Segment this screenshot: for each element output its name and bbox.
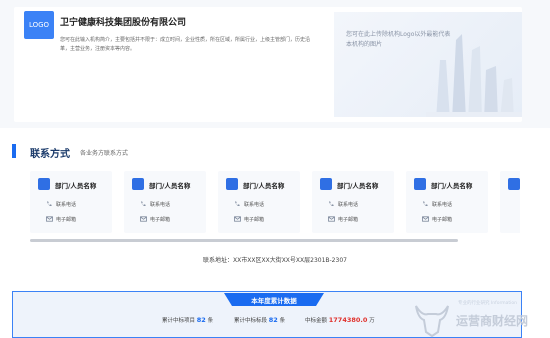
contact-name: 部门/人员名称 (243, 182, 285, 190)
mail-icon (46, 216, 53, 224)
org-name: 卫宁健康科技集团股份有限公司 (60, 18, 187, 28)
contact-email: 电子邮箱 (234, 216, 264, 223)
person-icon (508, 178, 520, 190)
contact-card-partial[interactable] (500, 171, 520, 233)
contact-email: 电子邮箱 (328, 216, 358, 223)
bull-logo-icon (415, 305, 449, 338)
contact-card[interactable]: 部门/人员名称 联系电话 电子邮箱 (30, 171, 112, 233)
contact-name: 部门/人员名称 (337, 182, 379, 190)
contact-phone: 联系电话 (141, 201, 170, 208)
contact-phone: 联系电话 (235, 201, 264, 208)
contact-card-list[interactable]: 部门/人员名称 联系电话 电子邮箱 部门/人员名称 联系电话 电子邮箱 部门/人… (30, 171, 520, 233)
person-icon (38, 178, 50, 190)
stat-amount: 中标金额 1774380.0 万 (305, 316, 375, 324)
phone-icon (234, 201, 240, 209)
org-image-placeholder[interactable]: 您可在此上传除机构Logo以外最能代表本机构的图片 (334, 12, 522, 117)
contact-card[interactable]: 部门/人员名称 联系电话 电子邮箱 (406, 171, 488, 233)
watermark-text: 运营商财经网 (456, 314, 529, 328)
org-logo: LOGO (24, 11, 54, 39)
watermark-tagline: 专业的行业研究 Information (458, 301, 517, 306)
contact-email: 电子邮箱 (140, 216, 170, 223)
contact-card[interactable]: 部门/人员名称 联系电话 电子邮箱 (218, 171, 300, 233)
contact-section-title: 联系方式 (30, 149, 70, 160)
mail-icon (422, 216, 429, 224)
mail-icon (234, 216, 241, 224)
annual-stats-title: 本年度累计数据 (224, 293, 324, 306)
contact-name: 部门/人员名称 (431, 182, 473, 190)
contact-phone: 联系电话 (47, 201, 76, 208)
person-icon (132, 178, 144, 190)
phone-icon (46, 201, 52, 209)
skyline-illustration (426, 34, 522, 117)
watermark: 专业的行业研究 Information 运营商财经网 (408, 296, 550, 338)
contact-email: 电子邮箱 (422, 216, 452, 223)
contact-address: 联系地址：XX市XX区XX大街XX号XX层2301B-2307 (203, 257, 347, 264)
mail-icon (140, 216, 147, 224)
mail-icon (328, 216, 335, 224)
contact-section-subtitle: 各业务方联系方式 (80, 150, 129, 157)
contact-phone: 联系电话 (423, 201, 452, 208)
contact-card[interactable]: 部门/人员名称 联系电话 电子邮箱 (124, 171, 206, 233)
contact-name: 部门/人员名称 (55, 182, 97, 190)
stat-sections: 累计中标标段 82 条 (234, 316, 286, 324)
phone-icon (328, 201, 334, 209)
contact-card[interactable]: 部门/人员名称 联系电话 电子邮箱 (312, 171, 394, 233)
contact-name: 部门/人员名称 (149, 182, 191, 190)
org-description: 您可在此输入机构简介，主要包括并不限于：成立时间，企业性质，所在区域，所属行业，… (60, 37, 311, 52)
org-header: LOGO 卫宁健康科技集团股份有限公司 您可在此输入机构简介，主要包括并不限于：… (0, 0, 550, 128)
phone-icon (422, 201, 428, 209)
stat-projects: 累计中标项目 82 条 (162, 316, 214, 324)
contact-phone: 联系电话 (329, 201, 358, 208)
horizontal-scrollbar[interactable] (30, 239, 458, 242)
contact-email: 电子邮箱 (46, 216, 76, 223)
phone-icon (140, 201, 146, 209)
person-icon (320, 178, 332, 190)
section-accent-bar (12, 144, 16, 158)
person-icon (226, 178, 238, 190)
person-icon (414, 178, 426, 190)
